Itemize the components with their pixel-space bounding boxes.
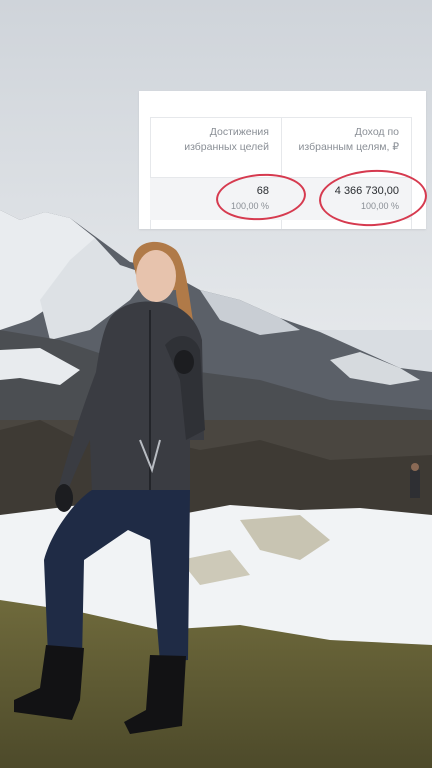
goals-table-card: Достижения избранных целей Доход по избр… bbox=[139, 91, 426, 229]
header-goals-achieved[interactable]: Достижения избранных целей bbox=[159, 125, 269, 155]
header-goals-income[interactable]: Доход по избранным целям, ₽ bbox=[289, 125, 399, 155]
total-goals-value: 68 bbox=[256, 185, 269, 197]
total-income-value: 4 366 730,00 bbox=[334, 185, 399, 197]
distant-hiker bbox=[410, 463, 420, 498]
total-income-percent: 100,00 % bbox=[360, 201, 399, 211]
total-goals-percent: 100,00 % bbox=[230, 201, 269, 211]
table-row-partial bbox=[150, 222, 411, 229]
